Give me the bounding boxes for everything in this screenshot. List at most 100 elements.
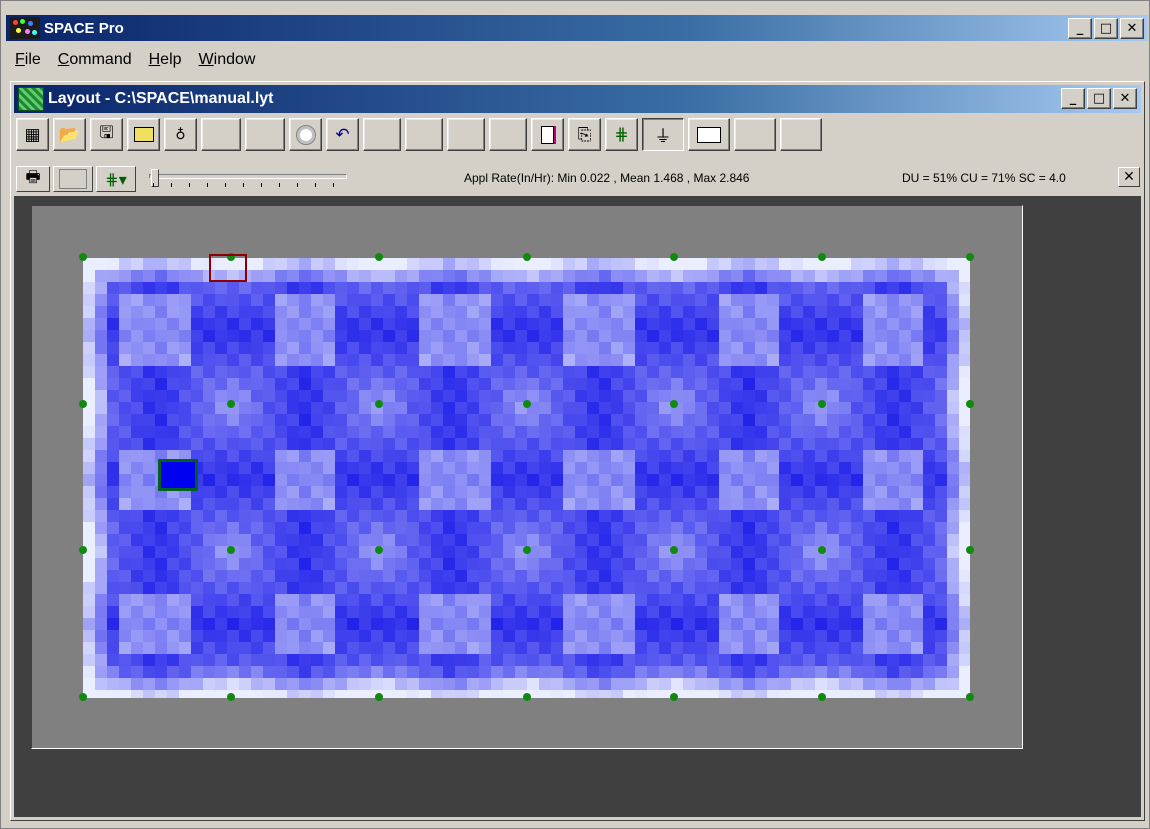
folder-icon[interactable] xyxy=(127,118,160,151)
blank-tool-3[interactable] xyxy=(363,118,401,151)
undo-icon[interactable]: ↶ xyxy=(326,118,359,151)
close-status-button[interactable]: ✕ xyxy=(1118,167,1140,187)
heatmap-cell xyxy=(371,666,383,678)
grid-icon[interactable]: ▦ xyxy=(16,118,49,151)
layout-minimize-button[interactable]: _ xyxy=(1061,88,1085,109)
heatmap-cell xyxy=(95,558,107,570)
grid-dropdown-icon[interactable]: ⋕▾ xyxy=(96,166,136,192)
save-disk-icon[interactable]: 🖫 xyxy=(90,118,123,151)
heatmap-cell xyxy=(275,570,287,582)
heatmap-cell xyxy=(119,690,131,698)
menu-help[interactable]: Help xyxy=(140,51,190,69)
heatmap-cell xyxy=(683,534,695,546)
heatmap-cell xyxy=(827,486,839,498)
heatmap-cell xyxy=(695,282,707,294)
heatmap-cell xyxy=(167,354,179,366)
heatmap-cell xyxy=(311,438,323,450)
heatmap-cell xyxy=(611,354,623,366)
heatmap-cell xyxy=(527,270,539,282)
menu-window[interactable]: Window xyxy=(190,51,264,69)
heatmap-cell xyxy=(143,270,155,282)
heatmap-cell xyxy=(503,426,515,438)
heatmap-cell xyxy=(359,306,371,318)
heatmap-cell xyxy=(683,366,695,378)
blank-tool-7[interactable] xyxy=(734,118,776,151)
scale-slider[interactable] xyxy=(145,169,351,189)
heatmap-cell xyxy=(923,510,935,522)
layout-titlebar[interactable]: Layout - C:\SPACE\manual.lyt _ □ ✕ xyxy=(14,85,1141,113)
layout-maximize-button[interactable]: □ xyxy=(1087,88,1111,109)
layout-close-button[interactable]: ✕ xyxy=(1113,88,1137,109)
blank-tool-4[interactable] xyxy=(405,118,443,151)
heatmap-cell xyxy=(455,654,467,666)
blank-tool-5[interactable] xyxy=(447,118,485,151)
heatmap-cell xyxy=(779,366,791,378)
heatmap-cell xyxy=(239,366,251,378)
heatmap-cell xyxy=(395,270,407,282)
menu-command[interactable]: Command xyxy=(49,51,140,69)
app-titlebar[interactable]: SPACE Pro _ □ ✕ xyxy=(6,15,1148,41)
heatmap-cell xyxy=(947,414,959,426)
heatmap-cell xyxy=(359,426,371,438)
heatmap-cell xyxy=(359,366,371,378)
heatmap-cell xyxy=(203,690,215,698)
heatmap-cell xyxy=(491,546,503,558)
distribution-heatmap[interactable] xyxy=(83,258,970,698)
heatmap-cell xyxy=(131,690,143,698)
heatmap-cell xyxy=(551,522,563,534)
heatmap-cell xyxy=(791,306,803,318)
heatmap-cell xyxy=(719,378,731,390)
blank-tool-6[interactable] xyxy=(489,118,527,151)
heatmap-cell xyxy=(419,354,431,366)
heatmap-cell xyxy=(803,690,815,698)
heatmap-cell xyxy=(191,546,203,558)
heatmap-cell xyxy=(611,510,623,522)
heatmap-cell xyxy=(959,402,970,414)
heatmap-cell xyxy=(515,270,527,282)
heatmap-cell xyxy=(815,414,827,426)
heatmap-cell xyxy=(275,690,287,698)
heatmap-cell xyxy=(815,498,827,510)
heatmap-cell xyxy=(755,342,767,354)
blank-tool-8[interactable] xyxy=(780,118,822,151)
window-size-icon[interactable] xyxy=(53,166,93,192)
sprinkler-select-icon[interactable]: ♁ xyxy=(164,118,197,151)
heatmap-cell xyxy=(251,414,263,426)
heatmap-cell xyxy=(95,354,107,366)
menu-file[interactable]: File xyxy=(6,51,49,69)
minimize-button[interactable]: _ xyxy=(1068,18,1092,39)
spacing-grid-icon[interactable]: ⋕ xyxy=(605,118,638,151)
heatmap-cell xyxy=(95,582,107,594)
close-button[interactable]: ✕ xyxy=(1120,18,1144,39)
print-icon[interactable]: 🖶 xyxy=(16,166,50,192)
heatmap-cell xyxy=(959,534,970,546)
heatmap-cell xyxy=(443,486,455,498)
heatmap-cell xyxy=(479,474,491,486)
heatmap-cell xyxy=(755,690,767,698)
heatmap-cell xyxy=(935,390,947,402)
page-icon[interactable] xyxy=(531,118,564,151)
heatmap-cell xyxy=(119,390,131,402)
blank-tool-2[interactable] xyxy=(245,118,285,151)
heatmap-cell xyxy=(275,390,287,402)
preview-icon[interactable] xyxy=(688,118,730,151)
heatmap-cell xyxy=(527,282,539,294)
heatmap-cell xyxy=(239,534,251,546)
heatmap-cell xyxy=(839,390,851,402)
heatmap-cell xyxy=(695,534,707,546)
heatmap-cell xyxy=(539,390,551,402)
copy-icon[interactable]: ⎘ xyxy=(568,118,601,151)
heatmap-cell xyxy=(263,654,275,666)
heatmap-cell xyxy=(635,522,647,534)
open-folder-icon[interactable]: 📂 xyxy=(53,118,86,151)
catch-can-icon[interactable]: ⏚ xyxy=(642,118,684,151)
maximize-button[interactable]: □ xyxy=(1094,18,1118,39)
heatmap-cell xyxy=(659,666,671,678)
timer-icon[interactable] xyxy=(289,118,322,151)
heatmap-cell xyxy=(707,582,719,594)
heatmap-cell xyxy=(791,402,803,414)
heatmap-cell xyxy=(119,414,131,426)
layout-canvas[interactable] xyxy=(31,205,1023,749)
heatmap-cell xyxy=(695,474,707,486)
blank-tool-1[interactable] xyxy=(201,118,241,151)
